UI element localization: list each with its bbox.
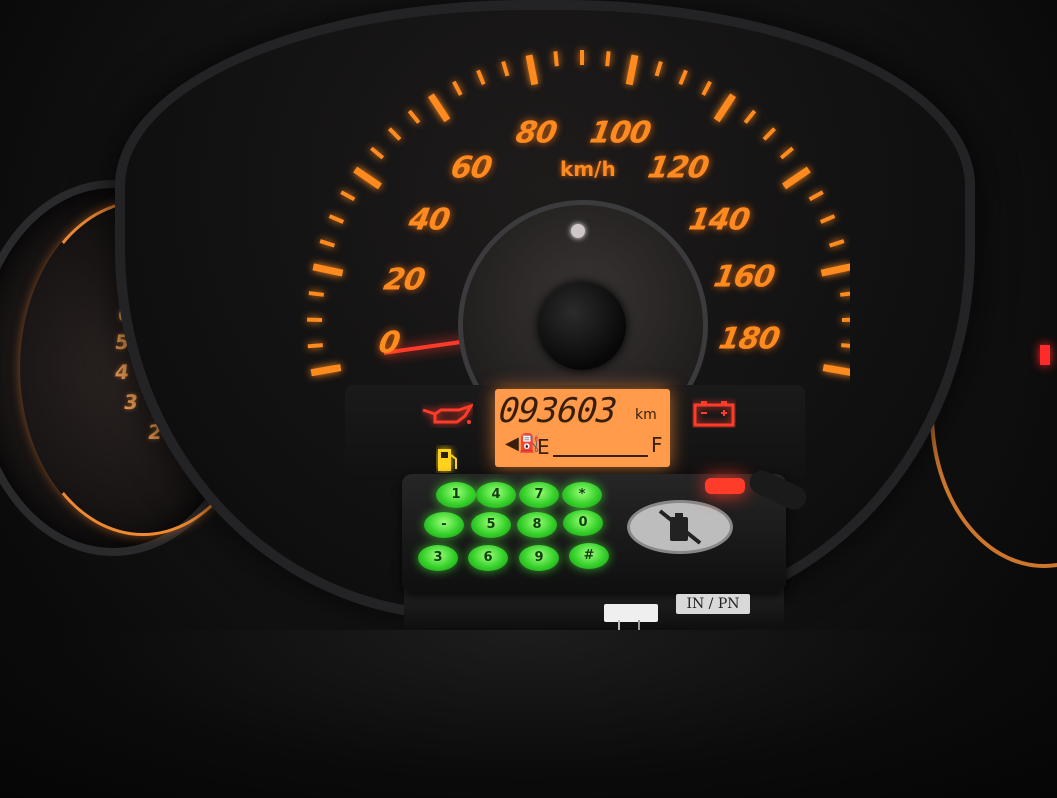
speed-minor-tick [388,127,402,141]
speed-major-tick [713,93,737,123]
keypad-key[interactable]: 7 [519,482,559,508]
fuel-pump-icon: ◀⛽ [505,433,542,454]
speed-mark: 20 [381,262,427,298]
speed-minor-tick [808,190,824,202]
instrument-cluster-photo: 1 2 3 4 5 6 7 0 20 40 60 80 100 120 140 … [0,0,1057,798]
speed-minor-tick [476,69,486,86]
speed-mark: 160 [711,259,777,295]
speed-minor-tick [328,214,345,224]
dashboard-shroud [0,630,1057,798]
speed-major-tick [822,364,850,376]
speed-minor-tick [340,190,356,202]
keypad-key[interactable]: * [562,482,602,508]
speed-minor-tick [779,146,794,160]
speed-minor-tick [501,60,510,77]
keypad-key[interactable]: 5 [471,512,511,538]
fuel-full-label: F [651,433,663,457]
oil-pressure-warning-icon [422,403,473,424]
speed-unit: km/h [560,157,616,181]
keypad-key[interactable]: # [569,543,609,569]
speed-major-tick [427,93,451,123]
odometer-unit: km [635,407,657,423]
speed-major-tick [525,54,539,86]
speed-major-tick [782,166,811,190]
speed-mark: 120 [645,150,711,186]
speed-mark: 140 [686,202,752,238]
speed-minor-tick [605,51,611,67]
speed-minor-tick [819,214,836,224]
keypad-key[interactable]: 9 [519,545,559,571]
speed-mark: 40 [406,202,452,238]
fuel-gauge-bar [553,455,648,457]
speed-minor-tick [840,291,850,297]
speed-minor-tick [762,127,776,141]
lcd-display: 093603 km ◀⛽ E F [495,389,670,467]
speed-minor-tick [307,343,323,349]
right-warning-light [1040,345,1050,365]
red-indicator-light [705,478,745,494]
speed-minor-tick [828,239,845,248]
keypad-key[interactable]: 3 [418,545,458,571]
speed-major-tick [820,263,850,277]
keypad-key[interactable]: 8 [517,512,557,538]
speed-minor-tick [654,60,663,77]
speed-minor-tick [678,69,688,86]
speed-minor-tick [370,146,385,160]
keypad-key[interactable]: 4 [476,482,516,508]
keypad-key[interactable]: 0 [563,510,603,536]
fuel-empty-label: E [537,435,550,459]
speed-mark: 80 [513,115,559,151]
module-label: IN / PN [676,594,750,614]
speed-mark: 100 [587,115,653,151]
speed-minor-tick [452,80,463,96]
speed-major-tick [625,54,639,86]
speed-minor-tick [743,109,757,124]
speed-major-tick [310,364,342,377]
module-logo-icon [627,500,733,554]
odometer-value: 093603 [496,391,618,431]
low-fuel-warning-icon [438,449,457,471]
speed-minor-tick [553,51,559,67]
speed-major-tick [353,166,382,190]
indicator-pin [571,224,585,238]
keypad-key[interactable]: - [424,512,464,538]
keypad-key[interactable]: 1 [436,482,476,508]
speed-mark: 180 [716,321,782,357]
speed-minor-tick [841,343,850,348]
speed-minor-tick [308,291,324,297]
keypad-key[interactable]: 6 [468,545,508,571]
speed-minor-tick [407,109,421,124]
battery-warning-icon [693,401,735,427]
speed-minor-tick [319,239,336,248]
needle-hub [538,282,626,370]
speed-mark: 60 [448,150,494,186]
speed-major-tick [312,263,344,277]
speed-minor-tick [701,80,712,96]
